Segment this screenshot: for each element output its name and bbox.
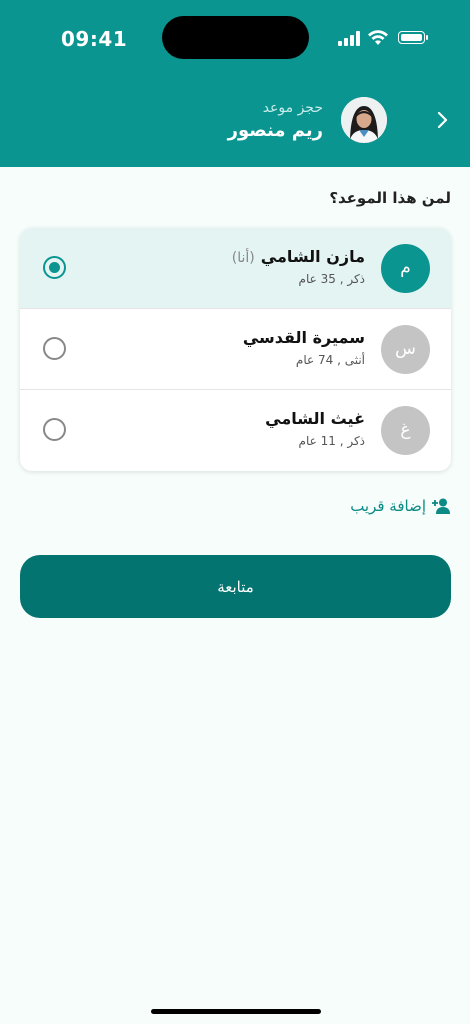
avatar: غ xyxy=(381,406,430,455)
patient-meta: أنثى , 74 عام xyxy=(295,353,365,367)
wifi-icon xyxy=(368,30,388,45)
header-subtitle: حجز موعد xyxy=(262,100,323,116)
patient-row-ghaith[interactable]: غ غيث الشامي ذكر , 11 عام xyxy=(20,390,451,471)
avatar: م xyxy=(381,244,430,293)
radio-selected[interactable] xyxy=(43,256,66,279)
status-time: 09:41 xyxy=(61,27,128,51)
patient-meta: ذكر , 11 عام xyxy=(298,434,365,448)
app-header: 09:41 حجز موعد ريم منصور xyxy=(0,0,470,167)
me-tag: (أنا) xyxy=(231,250,255,266)
radio-unselected[interactable] xyxy=(43,337,66,360)
patient-list: م مازن الشامي (أنا) ذكر , 35 عام س سميرة … xyxy=(20,228,451,471)
avatar: س xyxy=(381,325,430,374)
patient-meta: ذكر , 35 عام xyxy=(298,272,365,286)
signal-icon xyxy=(338,30,362,46)
chevron-right-icon[interactable] xyxy=(436,110,450,130)
add-relative-link[interactable]: إضافة قريب xyxy=(350,497,450,515)
doctor-avatar xyxy=(341,97,387,143)
continue-button[interactable]: متابعة xyxy=(20,555,451,618)
patient-name: مازن الشامي (أنا) xyxy=(232,247,365,266)
home-indicator xyxy=(151,1009,321,1014)
doctor-name: ريم منصور xyxy=(227,120,323,141)
add-user-icon xyxy=(432,498,450,514)
patient-name-text: مازن الشامي xyxy=(260,247,365,266)
patient-row-samira[interactable]: س سميرة القدسي أنثى , 74 عام xyxy=(20,309,451,390)
battery-icon xyxy=(398,31,428,44)
patient-row-mazen[interactable]: م مازن الشامي (أنا) ذكر , 35 عام xyxy=(20,228,451,309)
dynamic-island xyxy=(162,16,309,59)
radio-unselected[interactable] xyxy=(43,418,66,441)
patient-name: غيث الشامي xyxy=(265,409,365,428)
question-label: لمن هذا الموعد؟ xyxy=(329,189,451,207)
patient-name: سميرة القدسي xyxy=(242,328,365,347)
add-relative-label: إضافة قريب xyxy=(350,497,426,515)
